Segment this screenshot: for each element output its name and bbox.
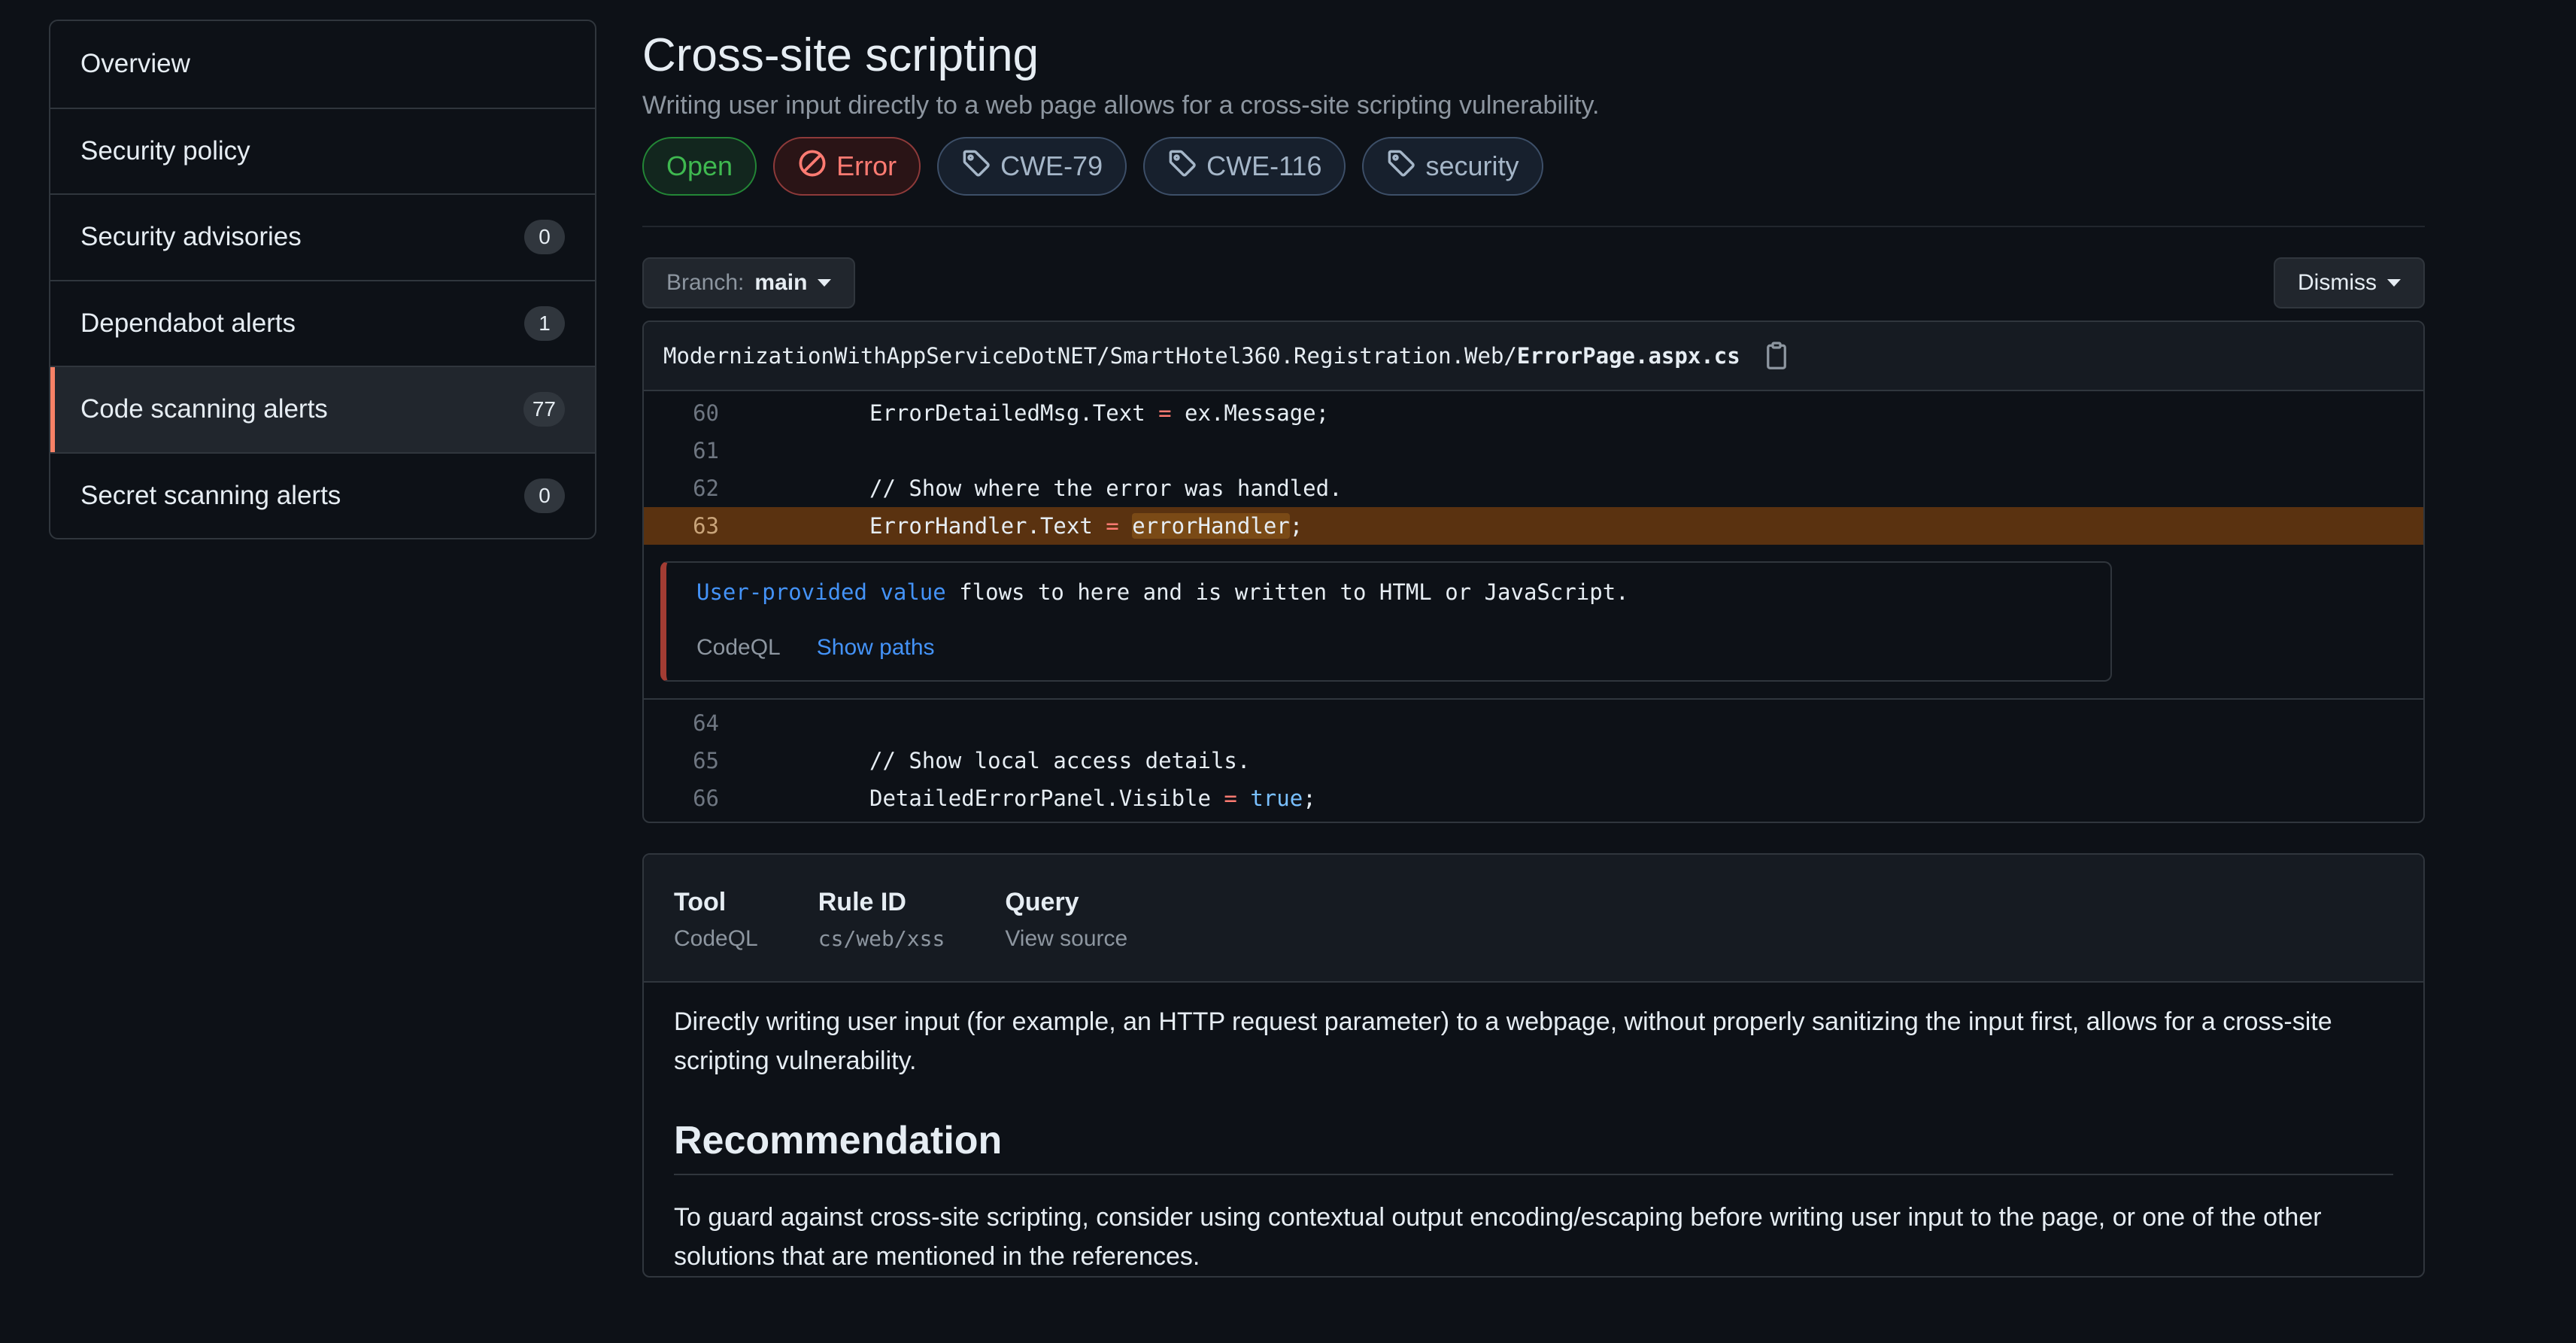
code-lines-before: 60 ErrorDetailedMsg.Text = ex.Message; 6… <box>644 391 2423 545</box>
meta-rule-value: cs/web/xss <box>818 926 945 951</box>
line-code: DetailedErrorPanel.Visible = true; <box>869 785 1316 811</box>
sidebar-item-label: Security advisories <box>80 222 302 252</box>
sidebar-item-label: Secret scanning alerts <box>80 480 341 510</box>
alert-main: Cross-site scripting Writing user input … <box>642 23 2425 1278</box>
line-number: 64 <box>693 710 719 736</box>
dismiss-label: Dismiss <box>2298 270 2377 295</box>
sidebar-item-security-policy[interactable]: Security policy <box>50 107 595 194</box>
meta-query-heading: Query <box>1005 888 1079 916</box>
description-text: Directly writing user input (for example… <box>674 1007 2332 1075</box>
rule-details: Tool CodeQL Rule ID cs/web/xss Query Vie… <box>642 853 2425 1278</box>
tag-icon <box>961 148 991 185</box>
severity-label: Error <box>836 150 897 181</box>
counter-badge: 77 <box>523 392 565 427</box>
line-number: 60 <box>693 400 719 426</box>
code-lines-after: 64 65 // Show local access details. 66 D… <box>644 700 2423 822</box>
branch-select-button[interactable]: Branch: main <box>642 257 856 308</box>
stop-icon <box>797 148 827 185</box>
meta-query: Query View source <box>1005 888 1127 981</box>
line-code: // Show local access details. <box>869 748 1251 773</box>
sidebar-item-code-scanning-alerts[interactable]: Code scanning alerts 77 <box>50 366 595 452</box>
line-number: 63 <box>693 513 719 539</box>
alert-footer: CodeQL Show paths <box>696 635 2080 661</box>
view-source-link[interactable]: View source <box>1005 926 1127 952</box>
meta-tool-heading: Tool <box>674 888 727 916</box>
alert-labels: Open Error CWE-79 CWE-116 security <box>642 137 2425 196</box>
page-title: Cross-site scripting <box>642 29 1039 81</box>
code-line: 64 <box>644 704 2423 742</box>
tag-cwe-116[interactable]: CWE-116 <box>1143 137 1346 196</box>
branch-prefix: Branch: <box>666 270 745 295</box>
sidebar-item-overview[interactable]: Overview <box>50 21 595 108</box>
code-snippet: ModernizationWithAppServiceDotNET/SmartH… <box>642 321 2425 823</box>
sidebar-item-label: Security policy <box>80 135 250 166</box>
file-name: ErrorPage.aspx.cs <box>1516 343 1740 369</box>
tool-name: CodeQL <box>696 635 781 660</box>
sidebar-item-dependabot-alerts[interactable]: Dependabot alerts 1 <box>50 279 595 366</box>
tag-icon <box>1167 148 1197 185</box>
line-code: // Show where the error was handled. <box>869 476 1343 501</box>
sidebar-item-label: Code scanning alerts <box>80 394 328 424</box>
rule-metadata: Tool CodeQL Rule ID cs/web/xss Query Vie… <box>644 855 2423 983</box>
counter-badge: 0 <box>524 478 565 513</box>
code-line: 60 ErrorDetailedMsg.Text = ex.Message; <box>644 394 2423 432</box>
header-divider <box>642 226 2425 227</box>
status-badge-open: Open <box>642 137 757 196</box>
meta-tool: Tool CodeQL <box>674 888 758 981</box>
tag-icon <box>1386 148 1416 185</box>
line-number: 66 <box>693 785 719 811</box>
status-label: Open <box>666 150 733 181</box>
chevron-down-icon <box>818 279 832 287</box>
counter-badge: 1 <box>524 305 565 341</box>
line-code: ErrorDetailedMsg.Text = ex.Message; <box>869 400 1330 426</box>
sidebar-item-label: Dependabot alerts <box>80 308 296 338</box>
file-path-prefix: ModernizationWithAppServiceDotNET/SmartH… <box>663 343 1517 369</box>
tag-cwe-79[interactable]: CWE-79 <box>937 137 1127 196</box>
security-sidebar: Overview Security policy Security adviso… <box>49 20 596 539</box>
alert-annotation-wrap: User-provided value flows to here and is… <box>644 545 2423 700</box>
alert-message-text: flows to here and is written to HTML or … <box>945 579 1629 605</box>
chevron-down-icon <box>2387 279 2401 287</box>
line-code: ErrorHandler.Text = errorHandler; <box>869 513 1303 539</box>
recommendation-text: To guard against cross-site scripting, c… <box>674 1203 2322 1271</box>
code-line-highlighted: 63 ErrorHandler.Text = errorHandler; <box>644 507 2423 545</box>
line-number: 65 <box>693 748 719 773</box>
meta-tool-value: CodeQL <box>674 926 758 951</box>
sidebar-item-secret-scanning-alerts[interactable]: Secret scanning alerts 0 <box>50 451 595 539</box>
dismiss-button[interactable]: Dismiss <box>2274 257 2425 308</box>
page-subtitle: Writing user input directly to a web pag… <box>642 91 1600 120</box>
code-line: 61 <box>644 432 2423 469</box>
file-path[interactable]: ModernizationWithAppServiceDotNET/SmartH… <box>663 343 1740 369</box>
code-line: 62 // Show where the error was handled. <box>644 469 2423 507</box>
tag-label: security <box>1425 150 1519 181</box>
copy-icon[interactable] <box>1761 341 1792 371</box>
line-number: 62 <box>693 476 719 501</box>
file-path-header: ModernizationWithAppServiceDotNET/SmartH… <box>644 322 2423 391</box>
recommendation-heading: Recommendation <box>674 1118 2393 1175</box>
alert-toolbar: Branch: main Dismiss <box>642 257 2425 308</box>
meta-rule-heading: Rule ID <box>818 888 906 916</box>
sidebar-item-security-advisories[interactable]: Security advisories 0 <box>50 193 595 280</box>
user-provided-value-link[interactable]: User-provided value <box>696 579 946 605</box>
alert-annotation: User-provided value flows to here and is… <box>660 561 2112 682</box>
alert-message: User-provided value flows to here and is… <box>696 579 2080 605</box>
show-paths-link[interactable]: Show paths <box>817 635 935 661</box>
tag-label: CWE-79 <box>1000 150 1103 181</box>
tag-label: CWE-116 <box>1206 150 1322 181</box>
code-line: 65 // Show local access details. <box>644 742 2423 779</box>
sidebar-item-label: Overview <box>80 49 190 79</box>
tag-security[interactable]: security <box>1362 137 1543 196</box>
meta-rule-id: Rule ID cs/web/xss <box>818 888 945 981</box>
line-number: 61 <box>693 438 719 463</box>
rule-description: Directly writing user input (for example… <box>644 983 2423 1276</box>
code-line: 66 DetailedErrorPanel.Visible = true; <box>644 779 2423 817</box>
severity-badge-error: Error <box>773 137 921 196</box>
branch-name: main <box>754 270 808 295</box>
counter-badge: 0 <box>524 220 565 255</box>
